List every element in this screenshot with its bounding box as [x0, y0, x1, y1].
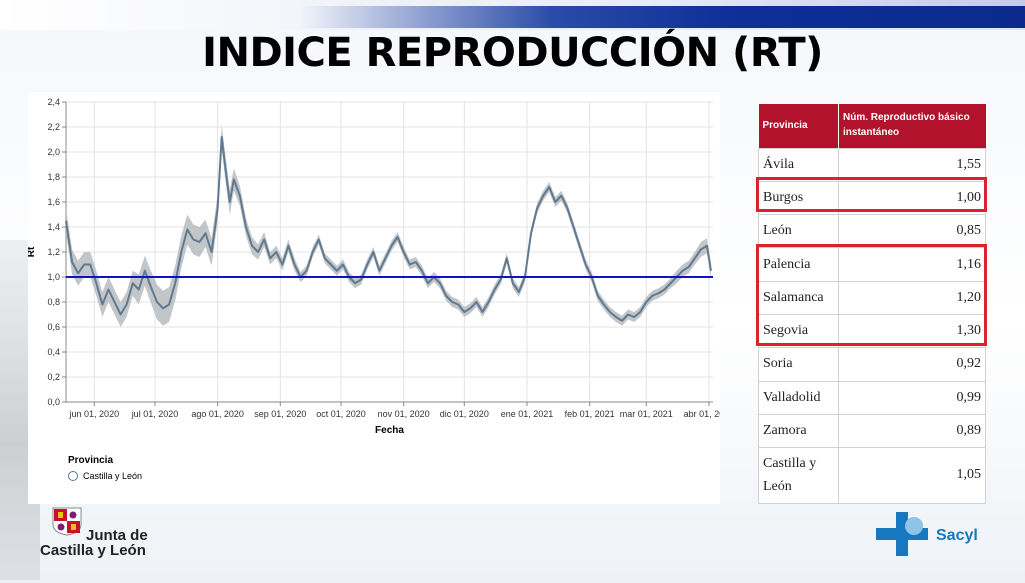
junta-castilla-leon-logo: Junta de Castilla y León [38, 506, 168, 562]
y-tick-label: 2,4 [47, 97, 60, 107]
province-cell: Soria [758, 347, 839, 382]
legend-circle-icon [68, 471, 78, 481]
sacyl-cross-icon [876, 512, 928, 556]
x-tick-label: ago 01, 2020 [191, 409, 244, 419]
y-tick-label: 0,6 [47, 322, 60, 332]
rt-chart: 0,0 0,2 0,4 0,6 0,8 1,0 1,2 1,4 1,6 1,8 2,0 2,2 2,4 j… [28, 97, 720, 436]
y-tick-label: 1,2 [47, 247, 60, 257]
y-tick-label: 0,8 [47, 297, 60, 307]
y-tick-label: 2,2 [47, 122, 60, 132]
y-tick-label: 0,0 [47, 397, 60, 407]
coat-of-arms-icon [52, 507, 82, 536]
x-tick-label: sep 01, 2020 [254, 409, 306, 419]
confidence-band [66, 124, 711, 327]
legend-title: Provincia [68, 455, 114, 466]
y-tick-label: 1,0 [47, 272, 60, 282]
table-row: León 0,85 [758, 214, 986, 249]
y-tick-label: 1,6 [47, 197, 60, 207]
y-tick-label: 0,2 [47, 372, 60, 382]
highlight-box-burgos [756, 177, 987, 212]
y-tick-label: 0,4 [47, 347, 60, 357]
y-tick-label: 1,8 [47, 172, 60, 182]
y-axis-title: Rt [28, 246, 37, 257]
x-tick-label: mar 01, 2021 [620, 409, 673, 419]
x-tick-label: feb 01, 2021 [565, 409, 615, 419]
top-band [0, 0, 1025, 30]
column-header-province: Provincia [758, 104, 839, 148]
value-cell: 1,05 [838, 447, 986, 505]
province-cell: Valladolid [758, 380, 839, 415]
x-tick-label: abr 01, 2021 [684, 409, 720, 419]
y-tick-label: 1,4 [47, 222, 60, 232]
x-axis-title: Fecha [375, 425, 404, 436]
legend-item[interactable]: Castilla y León [68, 471, 142, 481]
y-tick-label: 2,0 [47, 147, 60, 157]
value-cell: 0,85 [838, 214, 986, 249]
value-cell: 0,89 [838, 413, 986, 449]
province-cell: Castilla y León [758, 447, 839, 505]
x-tick-label: oct 01, 2020 [316, 409, 366, 419]
x-tick-label: dic 01, 2020 [440, 409, 489, 419]
province-cell: Zamora [758, 413, 839, 449]
table-row: Valladolid 0,99 [758, 380, 986, 415]
highlight-box-palencia-segovia [756, 244, 987, 346]
sacyl-logo: Sacyl [876, 512, 991, 560]
table-row: Soria 0,92 [758, 347, 986, 382]
sacyl-wordmark: Sacyl [936, 527, 978, 544]
legend-label: Castilla y León [83, 471, 143, 481]
value-cell: 0,99 [838, 380, 986, 415]
logo-text-line2: Castilla y León [40, 542, 146, 559]
value-cell: 0,92 [838, 347, 986, 382]
x-tick-label: jun 01, 2020 [69, 409, 120, 419]
x-tick-label: ene 01, 2021 [501, 409, 554, 419]
page-title: INDICE REPRODUCCIÓN (RT) [202, 30, 823, 76]
x-tick-label: jul 01, 2020 [131, 409, 179, 419]
province-cell: León [758, 214, 839, 249]
table-row: Castilla y León 1,05 [758, 447, 986, 505]
table-row: Zamora 0,89 [758, 413, 986, 449]
x-tick-label: nov 01, 2020 [378, 409, 430, 419]
column-header-value: Núm. Reproductivo básico instantáneo [838, 104, 986, 148]
